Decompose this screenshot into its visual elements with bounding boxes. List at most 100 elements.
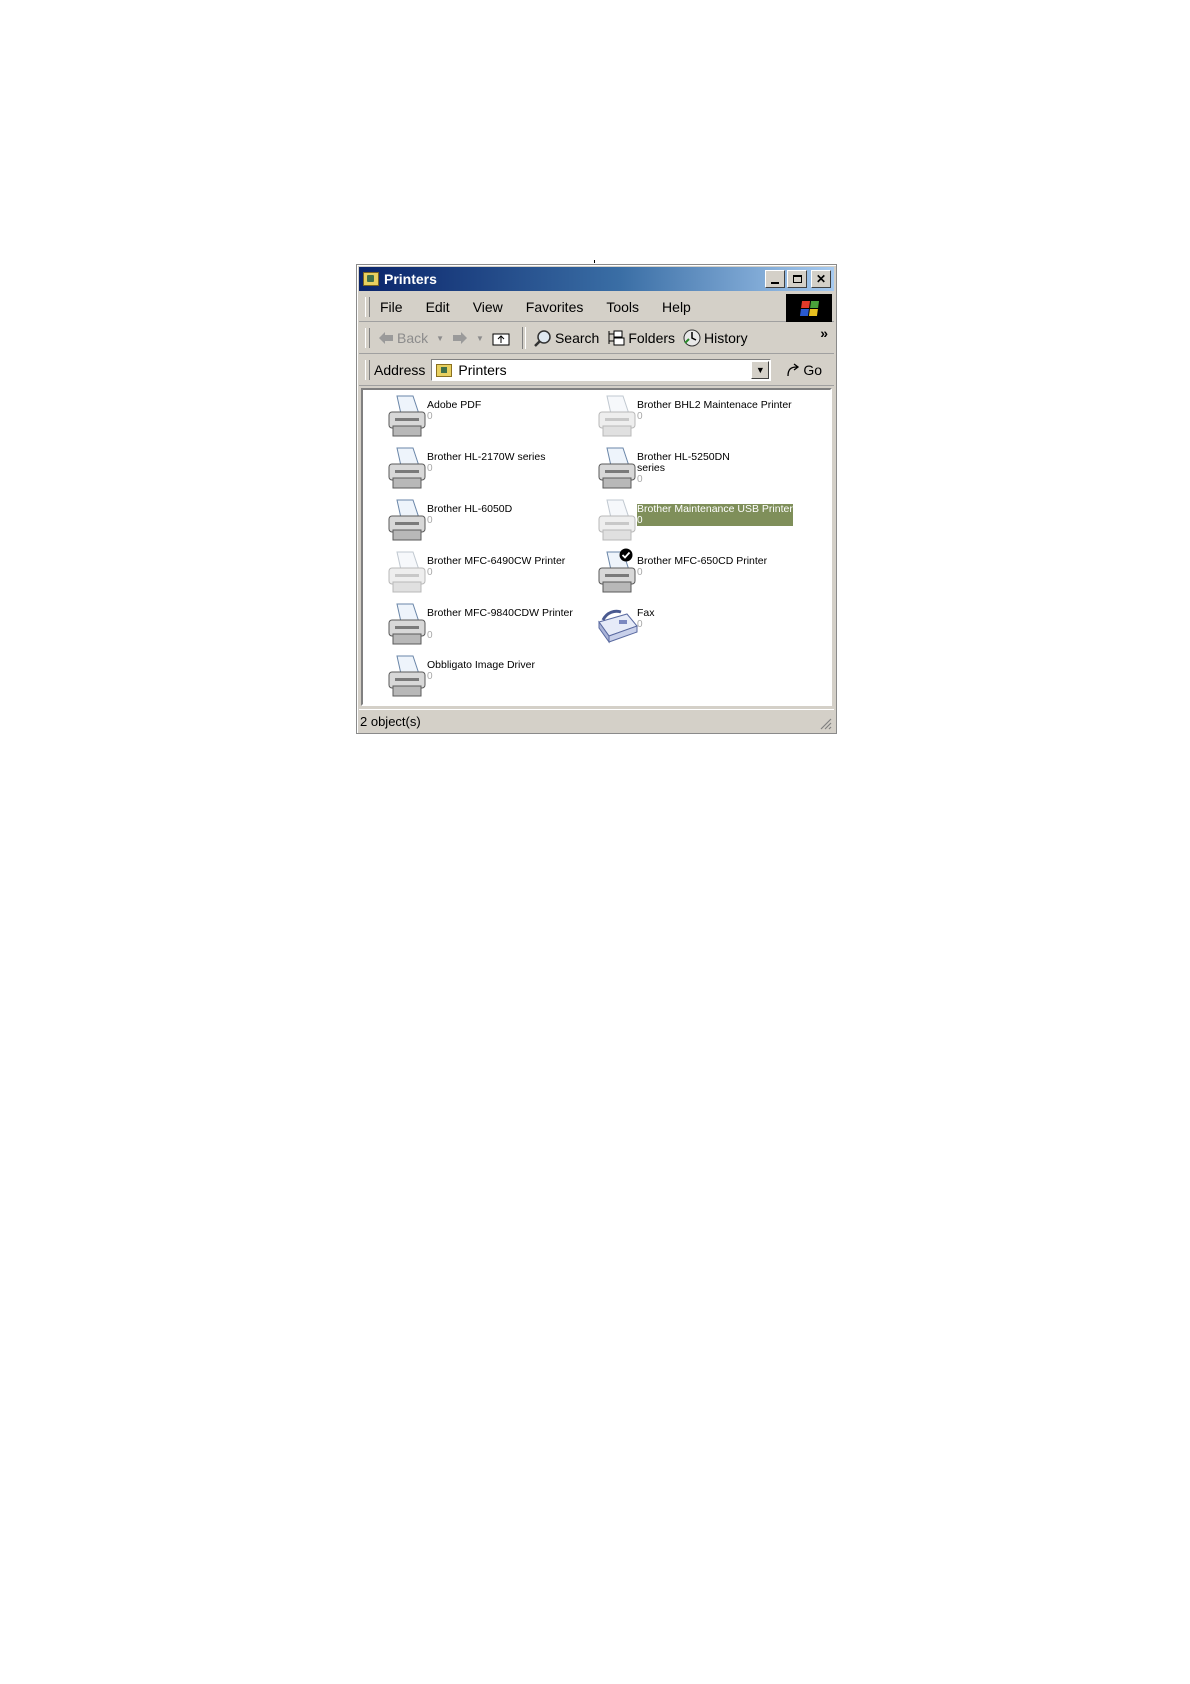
resize-grip-icon[interactable] (818, 716, 832, 730)
forward-button[interactable]: ▼ (452, 331, 484, 345)
printer-icon (388, 603, 426, 645)
document-count: 0 (637, 567, 643, 578)
printer-item-hl-2170w[interactable]: Brother HL-2170W series 0 (383, 444, 588, 492)
toolbar-chevron[interactable]: » (820, 325, 828, 341)
title-bar[interactable]: Printers ✕ (359, 267, 834, 291)
printer-offline-icon (388, 551, 426, 593)
address-bar: Address Printers ▼ Go (359, 355, 834, 386)
printer-icon (388, 447, 426, 489)
printer-icon (388, 395, 426, 437)
status-text: 2 object(s) (360, 713, 421, 729)
document-count: 0 (427, 515, 433, 526)
history-label: History (704, 330, 748, 346)
printers-list[interactable]: Adobe PDF 0 Brother HL-2170W series 0 Brot… (361, 388, 832, 706)
menu-favorites[interactable]: Favorites (524, 298, 586, 316)
go-button[interactable]: Go (785, 362, 822, 378)
printer-offline-icon (598, 499, 636, 541)
printer-name: Brother MFC-6490CW Printer (427, 555, 566, 567)
menu-edit[interactable]: Edit (424, 298, 452, 316)
address-grip[interactable] (365, 360, 370, 380)
printer-name: Brother MFC-9840CDW Printer (427, 607, 573, 619)
printer-item-obbligato[interactable]: Obbligato Image Driver 0 (383, 652, 588, 700)
search-button[interactable]: Search (534, 329, 599, 347)
printers-folder-icon (363, 272, 379, 286)
printer-item-adobe-pdf[interactable]: Adobe PDF 0 (383, 392, 588, 440)
forward-arrow-icon (453, 332, 468, 344)
windows-logo-icon (786, 294, 832, 322)
folders-label: Folders (628, 330, 676, 346)
address-label: Address (374, 362, 426, 378)
printer-item-hl-6050d[interactable]: Brother HL-6050D 0 (383, 496, 588, 544)
status-bar: 2 object(s) (359, 709, 834, 732)
menu-grip[interactable] (365, 297, 370, 317)
printer-name: Fax (637, 607, 655, 619)
close-button[interactable]: ✕ (811, 270, 831, 288)
history-button[interactable]: History (683, 329, 748, 347)
printer-name: Brother HL-2170W series (427, 451, 546, 463)
selection-highlight: Brother Maintenance USB Printer 0 (637, 504, 793, 526)
back-arrow-icon (379, 332, 393, 344)
document-count: 0 (637, 411, 643, 422)
history-icon (683, 329, 701, 347)
printer-name: Brother HL-6050D (427, 503, 513, 515)
document-count: 0 (637, 515, 643, 526)
window-title: Printers (384, 271, 437, 287)
search-label: Search (554, 330, 600, 346)
fax-icon (598, 609, 638, 644)
printer-item-maintenance-usb[interactable]: Brother Maintenance USB Printer 0 (593, 496, 798, 544)
document-count: 0 (427, 567, 433, 578)
address-dropdown-button[interactable]: ▼ (751, 361, 770, 379)
maximize-icon (792, 275, 802, 283)
printer-item-fax[interactable]: Fax 0 (593, 600, 798, 648)
stray-tick-mark (594, 260, 595, 263)
up-folder-icon (492, 333, 510, 345)
printer-name: Obbligato Image Driver (427, 659, 535, 671)
printer-item-mfc-650cd[interactable]: Brother MFC-650CD Printer 0 (593, 548, 798, 596)
menu-tools[interactable]: Tools (604, 298, 641, 316)
printer-icon (388, 499, 426, 541)
menu-file[interactable]: File (378, 298, 405, 316)
printers-window: Printers ✕ File Edit View Favorites Tool… (356, 264, 837, 734)
printer-name: Brother MFC-650CD Printer (637, 555, 768, 567)
printer-item-hl-5250dn[interactable]: Brother HL-5250DN series 0 (593, 444, 798, 492)
document-count: 0 (427, 411, 433, 422)
back-dropdown-icon[interactable]: ▼ (436, 334, 444, 343)
back-button[interactable]: Back ▼ (378, 330, 444, 346)
go-label: Go (803, 362, 822, 378)
printer-icon (388, 655, 426, 697)
printer-name: Brother Maintenance USB Printer (637, 503, 793, 515)
minimize-icon (771, 282, 779, 284)
document-count: 0 (427, 630, 433, 641)
toolbar-separator (521, 327, 526, 349)
default-printer-check-icon (619, 548, 633, 562)
document-count: 0 (637, 474, 643, 485)
document-count: 0 (427, 671, 433, 682)
close-icon: ✕ (815, 272, 827, 286)
printer-name: Brother BHL2 Maintenace Printer (637, 399, 792, 411)
minimize-button[interactable] (765, 270, 785, 288)
window-controls: ✕ (765, 270, 831, 288)
menu-help[interactable]: Help (660, 298, 693, 316)
address-folder-icon (436, 363, 453, 377)
printer-item-mfc-9840cdw[interactable]: Brother MFC-9840CDW Printer 0 (383, 600, 588, 648)
printer-name: Adobe PDF (427, 399, 482, 411)
printer-name-line2: series (637, 462, 666, 474)
search-icon (534, 330, 551, 347)
back-label: Back (397, 330, 429, 346)
forward-dropdown-icon[interactable]: ▼ (476, 334, 484, 343)
printer-icon (598, 551, 636, 593)
toolbar-grip[interactable] (365, 328, 370, 348)
folders-button[interactable]: Folders (607, 330, 675, 346)
document-count: 0 (637, 619, 643, 630)
address-field[interactable]: Printers ▼ (431, 359, 772, 381)
maximize-button[interactable] (787, 270, 807, 288)
up-folder-button[interactable] (492, 331, 510, 346)
printer-icon (598, 447, 636, 489)
menu-view[interactable]: View (471, 298, 505, 316)
standard-toolbar: Back ▼ ▼ Search Folders History » (359, 323, 834, 354)
chevron-down-icon: ▼ (755, 365, 765, 375)
printer-item-mfc-6490cw[interactable]: Brother MFC-6490CW Printer 0 (383, 548, 588, 596)
printer-item-bhl2-maintenance[interactable]: Brother BHL2 Maintenace Printer 0 (593, 392, 798, 440)
menu-bar: File Edit View Favorites Tools Help (359, 293, 834, 322)
document-count: 0 (427, 463, 433, 474)
